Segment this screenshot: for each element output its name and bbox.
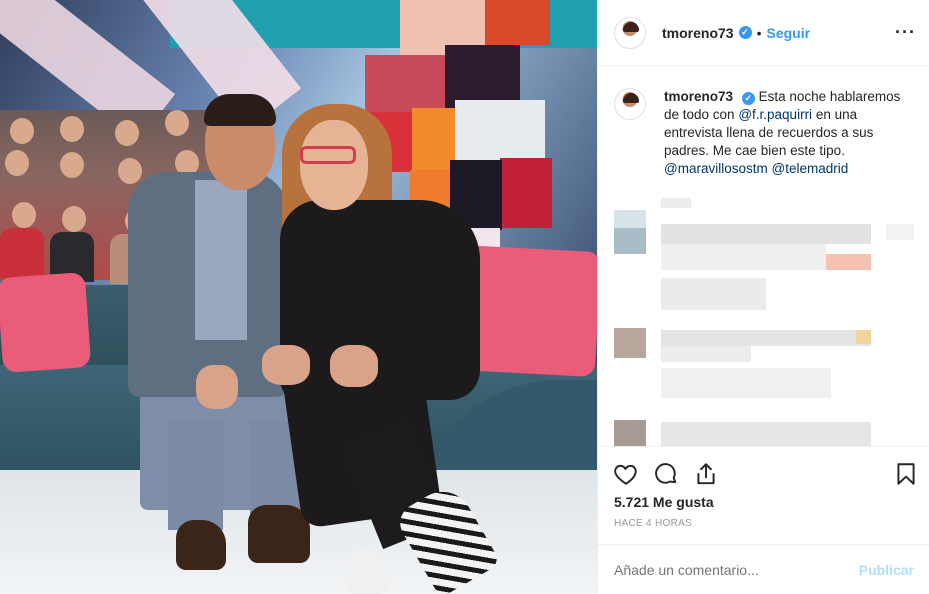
blurred-comments [598, 196, 929, 446]
audience-member [12, 202, 36, 228]
mention-link[interactable]: @f.r.paquirri [738, 107, 812, 122]
woman-figure [330, 345, 378, 387]
blurred-block [661, 346, 751, 362]
blurred-block [614, 328, 646, 358]
audience-member [165, 110, 189, 136]
more-options-icon[interactable]: ··· [895, 22, 916, 43]
woman-figure [300, 146, 356, 164]
verified-badge-icon: ✓ [741, 92, 755, 105]
blurred-block [661, 330, 871, 346]
pink-pillow [0, 272, 92, 373]
man-figure [168, 420, 223, 530]
man-figure [196, 365, 238, 409]
comment-input[interactable] [614, 561, 859, 578]
avatar[interactable] [614, 88, 646, 120]
verified-badge-icon: ✓ [738, 26, 752, 39]
audience-member [118, 158, 142, 184]
woman-figure [280, 200, 480, 400]
share-icon[interactable] [693, 461, 719, 487]
blurred-block [661, 224, 871, 244]
blurred-block [614, 228, 646, 254]
likes-count[interactable]: 5.721 Me gusta [614, 494, 714, 510]
blurred-block [826, 254, 871, 270]
studio-cube [365, 55, 445, 115]
studio-cube [500, 158, 552, 228]
blurred-block [856, 330, 871, 344]
caption-text: tmoreno73 ✓ Esta noche hablaremos de tod… [664, 88, 914, 178]
blurred-block [661, 198, 691, 208]
post-timestamp[interactable]: HACE 4 HORAS [614, 518, 692, 529]
mention-link[interactable]: @maravillosostm [664, 161, 768, 176]
separator-dot: • [756, 24, 762, 41]
heart-icon[interactable] [613, 461, 639, 487]
post-username[interactable]: tmoreno73 [662, 25, 734, 41]
post-caption: tmoreno73 ✓ Esta noche hablaremos de tod… [614, 88, 914, 178]
caption-username[interactable]: tmoreno73 [664, 89, 733, 104]
follow-button[interactable]: Seguir [766, 25, 810, 41]
blurred-block [614, 210, 646, 228]
audience-member [10, 118, 34, 144]
audience-member [0, 228, 44, 278]
bookmark-icon[interactable] [893, 461, 919, 487]
post-header: tmoreno73 ✓ • Seguir ··· [598, 0, 929, 66]
audience-member [5, 150, 29, 176]
blurred-block [886, 224, 914, 240]
blurred-block [661, 422, 871, 446]
man-figure [204, 94, 276, 126]
blurred-block [661, 278, 766, 310]
audience-member [60, 152, 84, 178]
man-figure [195, 180, 247, 340]
audience-member [60, 116, 84, 142]
man-figure [176, 520, 226, 570]
post-photo[interactable] [0, 0, 597, 594]
blurred-block [661, 368, 831, 398]
woman-figure [300, 120, 368, 210]
woman-figure [262, 345, 310, 385]
post-sidebar: tmoreno73 ✓ • Seguir ··· tmoreno73 ✓ Est… [597, 0, 929, 594]
studio-cube [485, 0, 550, 45]
publish-button[interactable]: Publicar [859, 562, 914, 578]
comment-icon[interactable] [653, 461, 679, 487]
post-actions: 5.721 Me gusta HACE 4 HORAS [598, 446, 929, 544]
audience-member [62, 206, 86, 232]
avatar[interactable] [614, 16, 646, 49]
blurred-block [614, 420, 646, 446]
audience-member [115, 120, 139, 146]
comment-bar: Publicar [598, 544, 929, 594]
mention-link[interactable]: @telemadrid [772, 161, 849, 176]
blurred-block [661, 244, 826, 270]
